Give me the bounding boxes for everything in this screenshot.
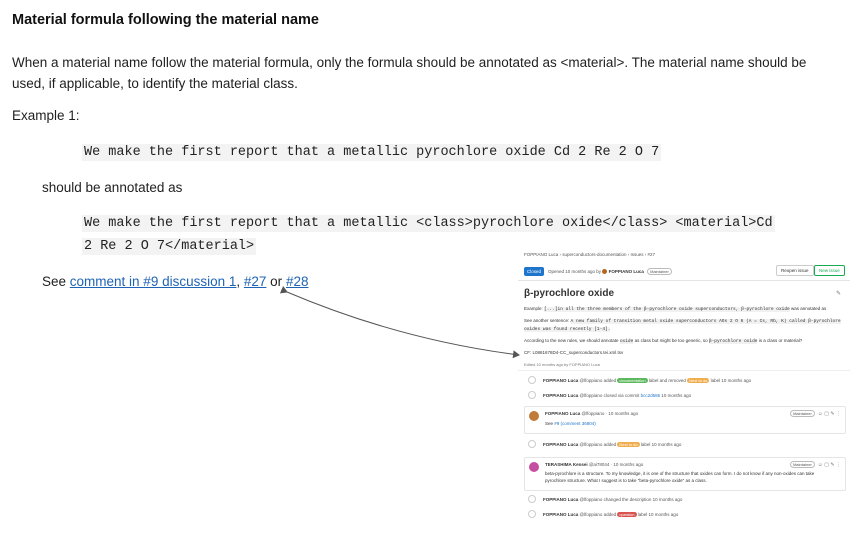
opened-text: Opened 10 months ago by — [548, 269, 602, 274]
author-avatar — [602, 269, 608, 275]
comment-link[interactable]: #9 (comment 36804) — [554, 421, 596, 426]
status-badge: Closed — [524, 267, 545, 276]
author-name[interactable]: FOPPIANO Luca — [609, 269, 644, 274]
desc-line-1-prefix: Example: — [524, 306, 545, 311]
desc-line-2-prefix: See another sentence: — [524, 318, 571, 323]
reply-icon[interactable]: ▢ — [824, 411, 829, 417]
comment-tools: Maintainer ☺ ▢ ✎ ⋮ — [788, 461, 841, 468]
comment-terashima: TERASHIMA Kensei @ai78044 · 10 months ag… — [524, 457, 846, 491]
description-line-1: Example: [...]in all the three members o… — [524, 306, 844, 314]
activity-label-change: FOPPIANO Luca @lfoppiano added documenta… — [528, 376, 848, 387]
desc-line-3-code-1: oxide — [619, 339, 634, 344]
activity-icon — [528, 510, 536, 518]
activity-question-label: FOPPIANO Luca @lfoppiano added question … — [528, 510, 848, 521]
desc-line-1-suffix: was annotated as — [789, 306, 827, 311]
edit-pencil-icon[interactable]: ✎ — [836, 290, 841, 297]
activity-user[interactable]: FOPPIANO Luca — [543, 512, 578, 517]
activity-text-a: @lfoppiano changed the description 10 mo… — [578, 497, 683, 502]
activity-text: FOPPIANO Luca @lfoppiano closed via comm… — [543, 393, 691, 398]
desc-line-3-b: as class but might be too generic, so — [633, 338, 709, 343]
smiley-icon[interactable]: ☺ — [818, 411, 823, 417]
activity-text-a: @lfoppiano added — [578, 442, 618, 447]
comment-body-prefix: See — [545, 421, 555, 426]
activity-text-b: label 10 months ago — [636, 512, 679, 517]
reply-icon[interactable]: ▢ — [824, 462, 829, 468]
activity-text-a: @lfoppiano added — [578, 378, 618, 383]
more-icon[interactable]: ⋮ — [836, 462, 841, 468]
edit-icon[interactable]: ✎ — [830, 411, 834, 417]
more-icon[interactable]: ⋮ — [836, 411, 841, 417]
activity-user[interactable]: FOPPIANO Luca — [543, 497, 578, 502]
activity-icon — [528, 495, 536, 503]
edited-info: Edited 10 months ago by FOPPIANO Luca — [524, 362, 600, 367]
activity-text-b: label and removed — [647, 378, 688, 383]
comment-author[interactable]: TERASHIMA Kensei — [545, 462, 588, 467]
comment-header: FOPPIANO Luca @lfoppiano · 10 months ago — [545, 411, 638, 416]
comment-foppiano: FOPPIANO Luca @lfoppiano · 10 months ago… — [524, 406, 846, 434]
divider — [518, 370, 850, 371]
issue-header-bar: Closed Opened 10 months ago by FOPPIANO … — [518, 263, 850, 281]
desc-line-3-c: is a class or material? — [757, 338, 803, 343]
breadcrumb: FOPPIANO Luca › superconductors-document… — [524, 252, 656, 257]
commit-link[interactable]: bcc2d586 — [641, 393, 661, 398]
comment-header: TERASHIMA Kensei @ai78044 · 10 months ag… — [545, 462, 643, 467]
activity-text: FOPPIANO Luca @lfoppiano added question … — [543, 512, 678, 517]
comment-meta: @lfoppiano · 10 months ago — [580, 411, 639, 416]
gitlab-issue-screenshot: FOPPIANO Luca › superconductors-document… — [518, 248, 850, 548]
description-line-4: CF: L0861676D4-CC_superconductors.tei.xm… — [524, 350, 624, 355]
desc-line-1-code: [...]in all the three members of the β-p… — [544, 307, 790, 312]
activity-text-b: 10 months ago — [660, 393, 692, 398]
role-badge: Maintainer — [790, 461, 815, 468]
issue-title: β-pyrochlore oxide — [524, 288, 615, 299]
activity-text-b: label 10 months ago — [639, 442, 682, 447]
activity-user[interactable]: FOPPIANO Luca — [543, 393, 578, 398]
desc-line-3-a: According to the new rules, we should an… — [524, 338, 620, 343]
comment-body: See #9 (comment 36804) — [545, 421, 835, 428]
activity-text-a: @lfoppiano closed via commit — [578, 393, 641, 398]
opened-info: Opened 10 months ago by FOPPIANO Luca Ma… — [548, 268, 672, 275]
avatar[interactable] — [529, 462, 539, 472]
activity-text: FOPPIANO Luca @lfoppiano added documenta… — [543, 378, 751, 383]
role-badge: Maintainer — [647, 268, 672, 275]
label-next-to-do[interactable]: Next to do — [687, 378, 710, 383]
activity-description-changed: FOPPIANO Luca @lfoppiano changed the des… — [528, 495, 848, 506]
label-question[interactable]: question — [617, 512, 637, 517]
activity-text: FOPPIANO Luca @lfoppiano added Next to d… — [543, 442, 681, 447]
comment-body: beta-pyrochlore is a structure. To my kn… — [545, 471, 815, 483]
smiley-icon[interactable]: ☺ — [818, 462, 823, 468]
activity-text: FOPPIANO Luca @lfoppiano changed the des… — [543, 497, 682, 502]
activity-icon — [528, 391, 536, 399]
activity-user[interactable]: FOPPIANO Luca — [543, 378, 578, 383]
activity-icon — [528, 376, 536, 384]
description-line-2: See another sentence: A new family of tr… — [524, 318, 844, 333]
activity-icon — [528, 440, 536, 448]
edit-icon[interactable]: ✎ — [830, 462, 834, 468]
label-next-to-do[interactable]: Next to do — [617, 442, 640, 447]
comment-author[interactable]: FOPPIANO Luca — [545, 411, 580, 416]
role-badge: Maintainer — [790, 410, 815, 417]
label-documentation[interactable]: documentation — [617, 378, 648, 383]
activity-label-added: FOPPIANO Luca @lfoppiano added Next to d… — [528, 440, 848, 451]
activity-closed: FOPPIANO Luca @lfoppiano closed via comm… — [528, 391, 848, 402]
description-line-3: According to the new rules, we should an… — [524, 338, 844, 346]
reopen-issue-button[interactable]: Reopen issue — [776, 265, 814, 276]
activity-text-c: label 10 months ago — [709, 378, 752, 383]
avatar[interactable] — [529, 411, 539, 421]
comment-meta: @ai78044 · 10 months ago — [587, 462, 644, 467]
new-issue-button[interactable]: New issue — [814, 265, 845, 276]
desc-line-3-code-2: β-pyrochlore oxide — [708, 339, 758, 344]
activity-user[interactable]: FOPPIANO Luca — [543, 442, 578, 447]
comment-tools: Maintainer ☺ ▢ ✎ ⋮ — [788, 410, 841, 417]
activity-text-a: @lfoppiano added — [578, 512, 618, 517]
desc-line-2-code: A new family of transition metal oxide s… — [524, 319, 841, 332]
